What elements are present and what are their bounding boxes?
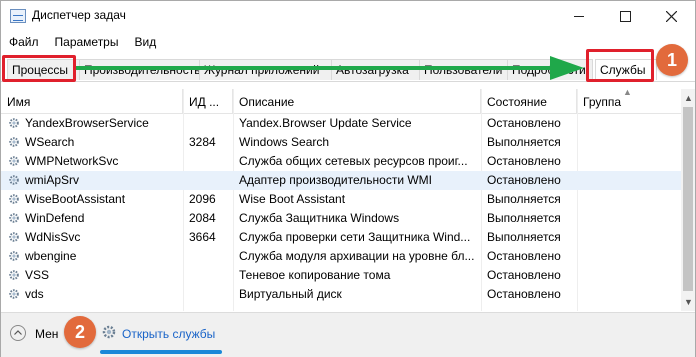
sort-up-icon: ▲ [623,87,632,97]
service-status: Выполняется [487,211,561,225]
footer-bar: Мен Открыть службы [1,312,695,357]
table-row[interactable]: wmiApSrv Адаптер производительности WMI Ос… [1,171,681,190]
service-name: WMPNetworkSvc [25,154,119,168]
service-pid: 3284 [189,135,216,149]
collapse-details-icon[interactable] [10,325,26,341]
tab-processes[interactable]: Процессы [7,59,81,80]
table-header: Имя ИД ... Описание Состояние Группа ▲ [1,87,681,114]
service-status: Выполняется [487,135,561,149]
service-status: Выполняется [487,192,561,206]
menu-view[interactable]: Вид [126,32,164,52]
minimize-icon [574,15,584,17]
service-name: WSearch [25,135,75,149]
service-gear-icon [9,194,19,204]
service-gear-icon [9,270,19,280]
service-status: Остановлено [487,287,561,301]
service-gear-icon [9,156,19,166]
table-row[interactable]: YandexBrowserService Yandex.Browser Updat… [1,114,681,133]
service-name: VSS [25,268,50,282]
scrollbar-thumb[interactable] [683,107,693,291]
table-row[interactable]: VSS Теневое копирование тома Остановлено [1,266,681,285]
close-button[interactable] [648,1,694,31]
services-gear-icon [102,325,116,339]
service-gear-icon [9,213,19,223]
service-gear-icon [9,118,19,128]
step-badge-2: 2 [64,316,96,348]
service-description: Служба модуля архивации на уровне бл... [239,249,475,263]
table-row[interactable]: WdNisSvc 3664 Служба проверки сети Защитни… [1,228,681,247]
service-name: wbengine [25,249,77,263]
menu-options[interactable]: Параметры [47,32,127,52]
table-row[interactable]: WSearch 3284 Windows Search Выполняется [1,133,681,152]
service-description: Адаптер производительности WMI [239,173,433,187]
vertical-scrollbar[interactable]: ▲ ▼ [681,89,695,311]
scroll-up-icon[interactable]: ▲ [684,93,693,103]
service-status: Остановлено [487,154,561,168]
service-name: wmiApSrv [25,173,80,187]
window-title: Диспетчер задач [32,8,126,22]
green-arrow [76,56,584,80]
service-description: Служба Защитника Windows [239,211,400,225]
service-name: WiseBootAssistant [25,192,126,206]
service-status: Остановлено [487,116,561,130]
open-services-link[interactable]: Открыть службы [122,327,215,341]
service-description: Служба общих сетевых ресурсов проиг... [239,154,468,168]
open-services-underline [100,350,222,354]
service-gear-icon [9,175,19,185]
service-pid: 2084 [189,211,216,225]
service-pid: 3664 [189,230,216,244]
service-name: vds [25,287,44,301]
service-name: WdNisSvc [25,230,81,244]
table-row[interactable]: wbengine Служба модуля архивации на уровн… [1,247,681,266]
title-bar: Диспетчер задач [1,1,695,31]
tab-services[interactable]: Службы [595,59,657,80]
service-description: Yandex.Browser Update Service [239,116,412,130]
service-pid [189,266,233,285]
maximize-icon [619,10,631,22]
service-description: Теневое копирование тома [239,268,391,282]
service-description: Виртуальный диск [239,287,342,301]
service-status: Остановлено [487,268,561,282]
scroll-down-icon[interactable]: ▼ [684,297,693,307]
less-details-link[interactable]: Мен [35,327,58,341]
column-pid-header[interactable]: ИД ... [183,89,233,113]
service-gear-icon [9,251,19,261]
service-description: Windows Search [239,135,330,149]
menu-bar: Файл Параметры Вид [1,32,164,52]
task-manager-window: Диспетчер задач Файл Параметры Вид Проце… [0,0,696,357]
maximize-button[interactable] [602,1,648,31]
minimize-button[interactable] [556,1,602,31]
service-status: Остановлено [487,173,561,187]
table-row[interactable]: WiseBootAssistant 2096 Wise Boot Assistant… [1,190,681,209]
service-description: Wise Boot Assistant [239,192,346,206]
table-row[interactable]: WinDefend 2084 Служба Защитника Windows Вып… [1,209,681,228]
service-pid [189,285,233,304]
menu-file[interactable]: Файл [1,32,47,52]
service-gear-icon [9,137,19,147]
close-icon [665,10,677,22]
table-row[interactable]: WMPNetworkSvc Служба общих сетевых ресурс… [1,152,681,171]
task-manager-icon [10,9,26,23]
service-pid [189,247,233,266]
service-name: YandexBrowserService [25,116,149,130]
service-description: Служба проверки сети Защитника Wind... [239,230,471,244]
service-gear-icon [9,289,19,299]
column-status-header[interactable]: Состояние [481,89,577,113]
service-status: Остановлено [487,249,561,263]
service-pid: 2096 [189,192,216,206]
table-row[interactable]: vds Виртуальный диск Остановлено [1,285,681,304]
column-description-header[interactable]: Описание [233,89,481,113]
service-pid [189,152,233,171]
service-name: WinDefend [25,211,85,225]
service-pid [189,114,233,133]
service-status: Выполняется [487,230,561,244]
service-pid [189,171,233,190]
services-table: Имя ИД ... Описание Состояние Группа ▲ Y… [1,87,681,311]
step-badge-1: 1 [656,44,688,76]
service-gear-icon [9,232,19,242]
column-name-header[interactable]: Имя [1,89,183,113]
